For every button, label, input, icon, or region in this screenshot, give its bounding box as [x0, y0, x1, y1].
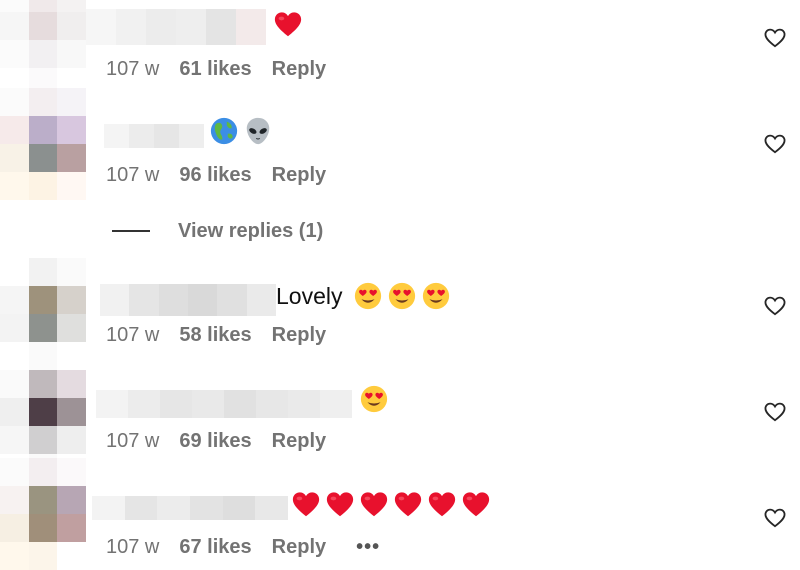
comment-text — [206, 116, 274, 146]
reply-button[interactable]: Reply — [272, 58, 326, 81]
comment-text-value: Lovely — [276, 283, 343, 309]
avatar[interactable] — [0, 0, 86, 96]
red-heart-emoji-icon — [462, 492, 490, 517]
reply-button[interactable]: Reply — [272, 536, 326, 559]
comment-text — [270, 10, 304, 40]
view-replies-button[interactable]: View replies (1) — [112, 218, 323, 244]
avatar[interactable] — [0, 258, 86, 370]
comment-meta: 107 w 96 likes Reply — [106, 162, 326, 188]
reply-button[interactable]: Reply — [272, 324, 326, 347]
heart-outline-icon[interactable] — [764, 28, 786, 48]
comment-likes[interactable]: 61 likes — [179, 58, 251, 81]
comment-text — [288, 490, 492, 520]
username-redacted[interactable] — [96, 390, 352, 418]
comment-time: 107 w — [106, 535, 160, 558]
red-heart-emoji-icon — [428, 492, 456, 517]
username-redacted[interactable] — [100, 284, 276, 316]
comment-likes[interactable]: 69 likes — [179, 430, 251, 453]
comment-time: 107 w — [106, 323, 160, 346]
red-heart-emoji-icon — [326, 492, 354, 517]
comment-time: 107 w — [106, 163, 160, 186]
comment-time: 107 w — [106, 57, 160, 80]
username-redacted[interactable] — [86, 9, 266, 45]
more-horizontal-icon[interactable]: ••• — [356, 536, 380, 559]
comment-text: Lovely — [276, 278, 452, 314]
heart-outline-icon[interactable] — [764, 508, 786, 528]
comment-meta: 107 w 69 likes Reply — [106, 428, 326, 454]
comment-text — [356, 384, 390, 414]
view-replies-label: View replies (1) — [178, 219, 324, 242]
red-heart-emoji-icon — [360, 492, 388, 517]
comment-likes[interactable]: 96 likes — [179, 164, 251, 187]
comment-likes[interactable]: 58 likes — [179, 324, 251, 347]
comment-time: 107 w — [106, 429, 160, 452]
red-heart-emoji-icon — [394, 492, 422, 517]
reply-button[interactable]: Reply — [272, 430, 326, 453]
comment-meta: 107 w 58 likes Reply — [106, 322, 326, 348]
heart-outline-icon[interactable] — [764, 134, 786, 154]
heart-outline-icon[interactable] — [764, 402, 786, 422]
red-heart-emoji-icon — [292, 492, 320, 517]
globe-americas-emoji-icon — [210, 117, 238, 145]
heart-eyes-emoji-icon — [360, 385, 388, 413]
alien-emoji-icon — [246, 117, 270, 145]
heart-eyes-emoji-icon — [355, 282, 382, 310]
comment-likes[interactable]: 67 likes — [179, 536, 251, 559]
username-redacted[interactable] — [104, 124, 204, 148]
heart-outline-icon[interactable] — [764, 296, 786, 316]
reply-button[interactable]: Reply — [272, 164, 326, 187]
avatar[interactable] — [0, 88, 86, 200]
comment-meta: 107 w 61 likes Reply — [106, 56, 326, 82]
replies-divider-line — [112, 230, 150, 232]
red-heart-emoji-icon — [274, 12, 302, 37]
username-redacted[interactable] — [92, 496, 289, 520]
comment-meta: 107 w 67 likes Reply ••• — [106, 534, 380, 560]
avatar[interactable] — [0, 458, 86, 570]
heart-eyes-emoji-icon — [423, 282, 450, 310]
heart-eyes-emoji-icon — [389, 282, 416, 310]
